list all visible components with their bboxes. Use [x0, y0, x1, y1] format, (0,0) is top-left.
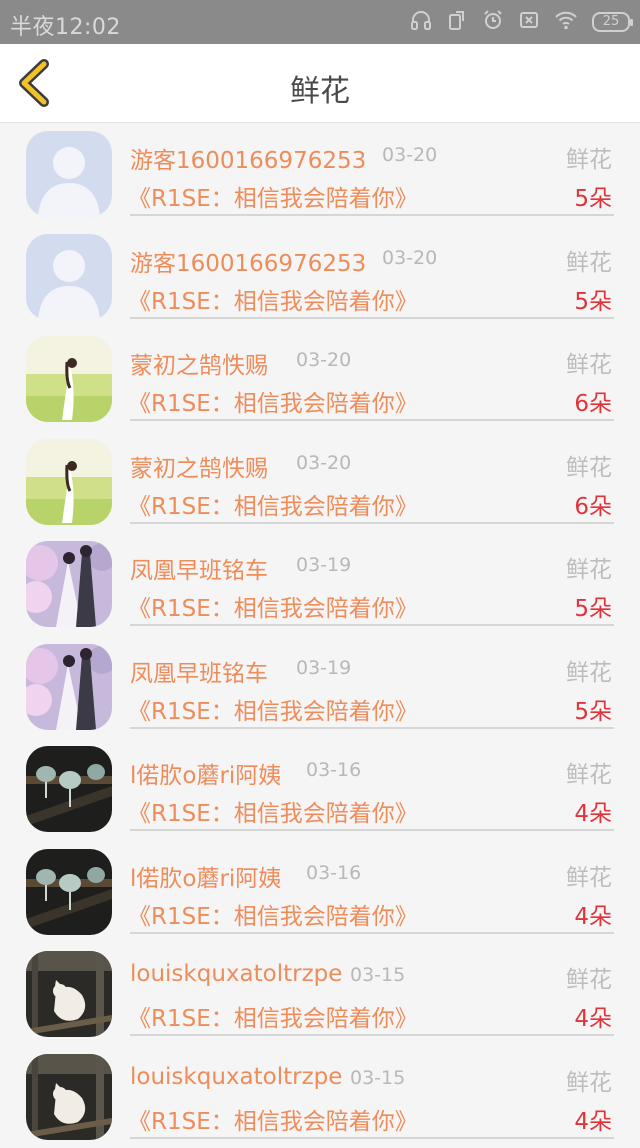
flower-count: 5朵: [574, 589, 612, 623]
user-name[interactable]: 蒙初之鹄怢赐: [130, 449, 268, 483]
divider: [130, 829, 614, 831]
girl-field-avatar[interactable]: [26, 439, 112, 525]
wind-chime-avatar[interactable]: [26, 849, 112, 935]
gift-date: 03-20: [382, 247, 437, 269]
user-name[interactable]: louiskquxatoltrzpe: [130, 1064, 342, 1090]
divider: [130, 419, 614, 421]
book-title[interactable]: 《R1SE：相信我会陪着你》: [128, 589, 418, 623]
user-name[interactable]: 凤凰早班铭车: [130, 654, 268, 688]
list-item[interactable]: 凤凰早班铭车 03-19 鲜花《R1SE：相信我会陪着你》 5朵: [0, 533, 640, 636]
flower-count: 5朵: [574, 282, 612, 316]
book-title[interactable]: 《R1SE：相信我会陪着你》: [128, 384, 418, 418]
divider: [130, 727, 614, 729]
user-name[interactable]: 游客1600166976253: [130, 141, 366, 175]
gift-date: 03-16: [306, 862, 361, 884]
couple-blossom-avatar[interactable]: [26, 644, 112, 730]
list-item[interactable]: l偌肷o蘑ri阿姨 03-16 鲜花《R1SE：相信我会陪着你》 4朵: [0, 841, 640, 944]
gift-type: 鲜花: [566, 960, 612, 994]
gift-type: 鲜花: [566, 755, 612, 789]
book-title[interactable]: 《R1SE：相信我会陪着你》: [128, 1102, 418, 1136]
battery-icon: 25: [592, 12, 630, 32]
cat-window-avatar[interactable]: [26, 951, 112, 1037]
screen-rotate-icon: [446, 9, 468, 35]
list-item[interactable]: 凤凰早班铭车 03-19 鲜花《R1SE：相信我会陪着你》 5朵: [0, 636, 640, 739]
alarm-icon: [482, 9, 504, 35]
gift-date: 03-15: [350, 964, 405, 986]
gift-type: 鲜花: [566, 345, 612, 379]
page-title: 鲜花: [0, 66, 640, 110]
wifi-icon: [554, 9, 578, 35]
book-title[interactable]: 《R1SE：相信我会陪着你》: [128, 282, 418, 316]
girl-field-avatar[interactable]: [26, 336, 112, 422]
flower-count: 5朵: [574, 179, 612, 213]
user-name[interactable]: 凤凰早班铭车: [130, 551, 268, 585]
user-name[interactable]: 蒙初之鹄怢赐: [130, 346, 268, 380]
flower-count: 6朵: [574, 384, 612, 418]
book-title[interactable]: 《R1SE：相信我会陪着你》: [128, 999, 418, 1033]
list-item[interactable]: louiskquxatoltrzpe 03-15 鲜花《R1SE：相信我会陪着你》 4…: [0, 943, 640, 1046]
divider: [130, 932, 614, 934]
book-title[interactable]: 《R1SE：相信我会陪着你》: [128, 794, 418, 828]
gift-list: 游客160016697625303-20鲜花《R1SE：相信我会陪着你》5朵游客…: [0, 123, 640, 1148]
book-title[interactable]: 《R1SE：相信我会陪着你》: [128, 179, 418, 213]
flower-count: 6朵: [574, 487, 612, 521]
status-bar: 半夜12:02 25: [0, 0, 640, 44]
flower-count: 4朵: [574, 794, 612, 828]
status-time: 半夜12:02: [10, 9, 121, 41]
divider: [130, 624, 614, 626]
list-item[interactable]: 蒙初之鹄怢赐 03-20 鲜花《R1SE：相信我会陪着你》 6朵: [0, 328, 640, 431]
gift-date: 03-19: [296, 554, 351, 576]
couple-blossom-avatar[interactable]: [26, 541, 112, 627]
gift-type: 鲜花: [566, 243, 612, 277]
gift-type: 鲜花: [566, 858, 612, 892]
gift-date: 03-20: [296, 452, 351, 474]
divider: [130, 317, 614, 319]
flower-count: 4朵: [574, 999, 612, 1033]
list-item[interactable]: 游客1600166976253 03-20 鲜花《R1SE：相信我会陪着你》 5朵: [0, 123, 640, 226]
default-avatar[interactable]: [26, 234, 112, 320]
divider: [130, 214, 614, 216]
list-item[interactable]: louiskquxatoltrzpe 03-15 鲜花《R1SE：相信我会陪着你》 4…: [0, 1046, 640, 1148]
gift-date: 03-15: [350, 1067, 405, 1089]
gift-date: 03-16: [306, 759, 361, 781]
gift-date: 03-19: [296, 657, 351, 679]
user-name[interactable]: 游客1600166976253: [130, 244, 366, 278]
gift-date: 03-20: [296, 349, 351, 371]
user-name[interactable]: louiskquxatoltrzpe: [130, 961, 342, 987]
book-title[interactable]: 《R1SE：相信我会陪着你》: [128, 897, 418, 931]
gift-date: 03-20: [382, 144, 437, 166]
book-title[interactable]: 《R1SE：相信我会陪着你》: [128, 692, 418, 726]
cat-window-avatar[interactable]: [26, 1054, 112, 1140]
gift-type: 鲜花: [566, 448, 612, 482]
list-item[interactable]: 蒙初之鹄怢赐 03-20 鲜花《R1SE：相信我会陪着你》 6朵: [0, 431, 640, 534]
flower-count: 5朵: [574, 692, 612, 726]
user-name[interactable]: l偌肷o蘑ri阿姨: [130, 756, 281, 790]
divider: [130, 1034, 614, 1036]
gift-type: 鲜花: [566, 653, 612, 687]
book-title[interactable]: 《R1SE：相信我会陪着你》: [128, 487, 418, 521]
list-item[interactable]: 游客1600166976253 03-20 鲜花《R1SE：相信我会陪着你》 5朵: [0, 226, 640, 329]
user-name[interactable]: l偌肷o蘑ri阿姨: [130, 859, 281, 893]
default-avatar[interactable]: [26, 131, 112, 217]
divider: [130, 522, 614, 524]
flower-count: 4朵: [574, 1102, 612, 1136]
gift-type: 鲜花: [566, 140, 612, 174]
wind-chime-avatar[interactable]: [26, 746, 112, 832]
no-sim-icon: [518, 9, 540, 35]
headphones-icon: [410, 9, 432, 35]
gift-type: 鲜花: [566, 550, 612, 584]
status-icons: 25: [410, 9, 630, 35]
gift-type: 鲜花: [566, 1063, 612, 1097]
flower-count: 4朵: [574, 897, 612, 931]
list-item[interactable]: l偌肷o蘑ri阿姨 03-16 鲜花《R1SE：相信我会陪着你》 4朵: [0, 738, 640, 841]
header-bar: 鲜花: [0, 44, 640, 123]
